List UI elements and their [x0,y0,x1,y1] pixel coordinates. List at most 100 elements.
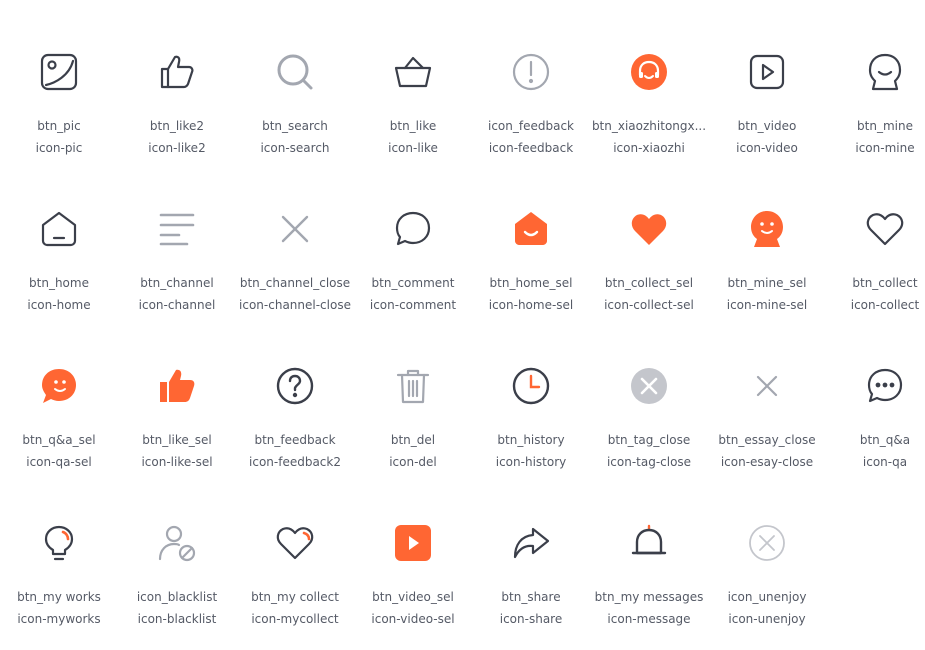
icon-name-label: btn_video_sel [372,590,454,604]
icon-tile: icon_blacklist icon-blacklist [118,471,236,628]
icon-name-label: btn_search [262,119,328,133]
comment-bubble-icon [393,209,433,249]
question-circle-icon [275,366,315,406]
icon-tile: btn_tag_close icon-tag-close [590,314,708,471]
icon-class-label: icon-mine-sel [726,298,808,312]
icon-name-label: btn_collect_sel [604,276,694,290]
home-filled-icon [511,209,551,249]
icon-tile: btn_video_sel icon-video-sel [354,471,472,628]
icon-tile: btn_collect icon-collect [826,157,925,314]
icon-tile: btn_feedback icon-feedback2 [236,314,354,471]
icon-class-label: icon-myworks [17,612,101,626]
icon-name-label: icon_unenjoy [727,590,807,604]
icon-name-label: btn_history [497,433,565,447]
icon-class-label: icon-channel [138,298,216,312]
icon-name-label: btn_my messages [594,590,704,604]
lightbulb-icon [39,523,79,563]
user-blocked-icon [157,523,197,563]
icon-class-label: icon-message [607,612,691,626]
thumbs-up-filled-icon [157,366,197,406]
icon-name-label: btn_feedback [254,433,336,447]
icon-name-label: btn_mine_sel [727,276,807,290]
icon-name-label: btn_q&a [859,433,911,447]
icon-tile: btn_my collect icon-mycollect [236,471,354,628]
icon-tile: btn_comment icon-comment [354,157,472,314]
icon-class-label: icon-history [495,455,567,469]
icon-class-label: icon-del [389,455,437,469]
channel-lines-icon [157,209,197,249]
icon-name-label: btn_comment [371,276,455,290]
icon-name-label: btn_my collect [251,590,339,604]
icon-name-label: btn_q&a_sel [22,433,96,447]
icon-tile: btn_pic icon-pic [0,0,118,157]
video-filled-icon [393,523,433,563]
icon-class-label: icon-blacklist [137,612,217,626]
bell-icon [629,523,669,563]
thumbs-up-outline-icon [157,52,197,92]
icon-class-label: icon-channel-close [239,298,351,312]
icon-class-label: icon-video-sel [371,612,455,626]
search-icon [275,52,315,92]
icon-class-label: icon-comment [369,298,457,312]
icon-name-label: btn_channel_close [239,276,351,290]
icon-class-label: icon-home-sel [488,298,574,312]
basket-icon [393,52,433,92]
home-icon [39,209,79,249]
icon-name-label: btn_xiaozhitongx... [591,119,707,133]
icon-tile: btn_like_sel icon-like-sel [118,314,236,471]
icon-name-label: btn_essay_close [718,433,816,447]
icon-name-label: btn_like_sel [142,433,212,447]
heart-filled-icon [629,209,669,249]
icon-class-label: icon-pic [35,141,83,155]
icon-class-label: icon-mine [855,141,915,155]
qa-filled-icon [39,366,79,406]
icon-class-label: icon-collect-sel [604,298,694,312]
icon-tile: btn_essay_close icon-esay-close [708,314,826,471]
icon-name-label: btn_tag_close [607,433,691,447]
icon-name-label: btn_video [737,119,797,133]
unenjoy-circle-x-icon [747,523,787,563]
icon-name-label: btn_pic [37,119,81,133]
icon-tile: btn_channel_close icon-channel-close [236,157,354,314]
trash-icon [393,366,433,406]
icon-tile: btn_video icon-video [708,0,826,157]
icon-class-label: icon-tag-close [606,455,692,469]
icon-class-label: icon-qa-sel [26,455,92,469]
icon-tile: btn_home icon-home [0,157,118,314]
icon-class-label: icon-unenjoy [728,612,806,626]
icon-name-label: btn_home_sel [489,276,573,290]
icon-name-label: btn_channel [140,276,214,290]
icon-name-label: btn_del [390,433,436,447]
icon-tile: btn_collect_sel icon-collect-sel [590,157,708,314]
icon-name-label: btn_my works [17,590,101,604]
qa-dots-bubble-icon [865,366,905,406]
pic-icon [39,52,79,92]
essay-close-x-icon [747,366,787,406]
icon-name-label: btn_mine [857,119,913,133]
icon-class-label: icon-share [499,612,563,626]
icon-class-label: icon-feedback2 [249,455,341,469]
icon-class-label: icon-like [388,141,438,155]
icon-tile: btn_my works icon-myworks [0,471,118,628]
exclamation-circle-icon [511,52,551,92]
icon-tile: btn_del icon-del [354,314,472,471]
icon-tile: btn_q&a icon-qa [826,314,925,471]
video-play-icon [747,52,787,92]
icon-grid: btn_pic icon-pic btn_like2 icon-like2 btn_… [0,0,925,650]
icon-tile: btn_my messages icon-message [590,471,708,628]
tag-close-circle-icon [629,366,669,406]
icon-name-label: btn_like [389,119,437,133]
close-x-icon [275,209,315,249]
icon-tile: btn_share icon-share [472,471,590,628]
icon-tile: btn_search icon-search [236,0,354,157]
icon-tile: icon_unenjoy icon-unenjoy [708,471,826,628]
icon-class-label: icon-xiaozhi [613,141,685,155]
icon-tile: btn_channel icon-channel [118,157,236,314]
icon-tile: btn_xiaozhitongx... icon-xiaozhi [590,0,708,157]
icon-class-label: icon-esay-close [720,455,814,469]
icon-name-label: icon_blacklist [136,590,218,604]
icon-class-label: icon-like-sel [141,455,213,469]
share-arrow-icon [511,523,551,563]
icon-tile: btn_home_sel icon-home-sel [472,157,590,314]
icon-class-label: icon-feedback [488,141,574,155]
